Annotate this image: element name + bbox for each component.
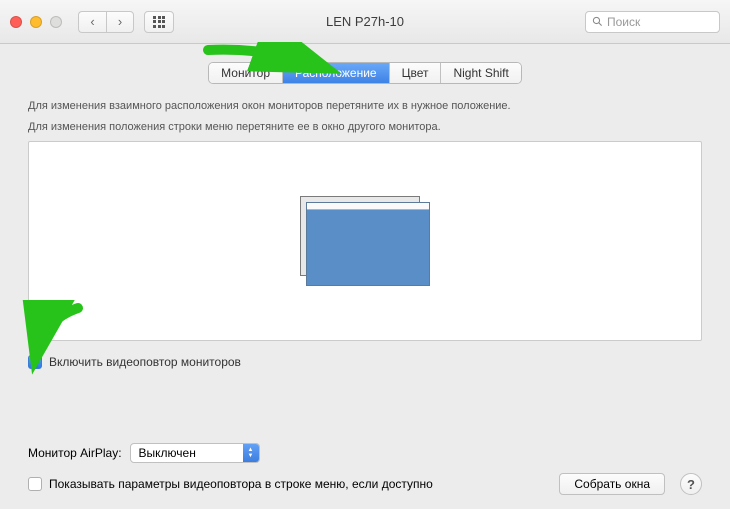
- minimize-window-button[interactable]: [30, 16, 42, 28]
- bottom-bar: Монитор AirPlay: Выключен ▲▼ Показывать …: [0, 433, 730, 509]
- prefpane-content: Монитор Расположение Цвет Night Shift Дл…: [0, 44, 730, 509]
- monitor-primary[interactable]: [306, 202, 430, 286]
- airplay-label: Монитор AirPlay:: [28, 446, 122, 460]
- monitor-stack[interactable]: [300, 196, 430, 286]
- show-mirror-menu-label: Показывать параметры видеоповтора в стро…: [49, 477, 433, 491]
- updown-icon: ▲▼: [243, 444, 259, 462]
- tab-monitor[interactable]: Монитор: [209, 63, 283, 83]
- mirror-checkbox-row: ✓ Включить видеоповтор мониторов: [28, 355, 702, 369]
- titlebar: ‹ › LEN P27h-10 Поиск: [0, 0, 730, 44]
- menubar-strip[interactable]: [307, 203, 429, 210]
- tab-color[interactable]: Цвет: [390, 63, 442, 83]
- window-title: LEN P27h-10: [326, 14, 404, 29]
- help-button[interactable]: ?: [680, 473, 702, 495]
- zoom-window-button[interactable]: [50, 16, 62, 28]
- grid-icon: [153, 16, 165, 28]
- gather-windows-button[interactable]: Собрать окна: [559, 473, 665, 495]
- forward-button[interactable]: ›: [106, 11, 134, 33]
- airplay-value: Выключен: [139, 446, 196, 460]
- chevron-right-icon: ›: [118, 14, 122, 29]
- search-input[interactable]: Поиск: [585, 11, 720, 33]
- mirror-checkbox-label: Включить видеоповтор мониторов: [49, 355, 241, 369]
- back-button[interactable]: ‹: [78, 11, 106, 33]
- close-window-button[interactable]: [10, 16, 22, 28]
- instructions-line2: Для изменения положения строки меню пере…: [28, 119, 702, 136]
- help-icon: ?: [687, 477, 695, 492]
- chevron-left-icon: ‹: [90, 14, 94, 29]
- show-all-button[interactable]: [144, 11, 174, 33]
- show-mirror-menu-checkbox[interactable]: [28, 477, 42, 491]
- tab-arrangement[interactable]: Расположение: [283, 63, 390, 83]
- search-icon: [592, 16, 603, 27]
- arrangement-area[interactable]: [28, 141, 702, 341]
- mirror-checkbox[interactable]: ✓: [28, 355, 42, 369]
- airplay-select[interactable]: Выключен ▲▼: [130, 443, 260, 463]
- search-placeholder: Поиск: [607, 15, 640, 29]
- tab-night-shift[interactable]: Night Shift: [441, 63, 520, 83]
- tabs: Монитор Расположение Цвет Night Shift: [208, 62, 522, 84]
- instructions-line1: Для изменения взаимного расположения око…: [28, 98, 702, 115]
